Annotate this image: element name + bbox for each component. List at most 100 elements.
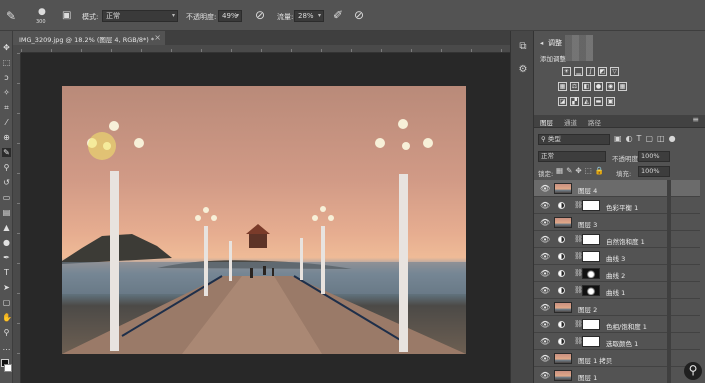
tab-channels[interactable]: 通道 (564, 117, 577, 127)
adjustment-layer-icon[interactable] (558, 253, 565, 260)
layer-name[interactable]: 选取颜色 1 (606, 338, 638, 348)
magic-wand-tool-icon[interactable]: ✧ (2, 88, 11, 97)
brush-preset-icon[interactable]: ● (38, 6, 46, 18)
document-tab[interactable]: IMG_3209.jpg @ 18.2% (图层 4, RGB/8*) * × (13, 31, 165, 45)
document-canvas-image[interactable] (62, 86, 466, 354)
brush-panel-icon[interactable]: ▣ (62, 10, 71, 22)
lock-artboard-icon[interactable]: ⬚ (585, 166, 595, 175)
history-brush-tool-icon[interactable]: ↺ (2, 178, 11, 187)
more-tools-icon[interactable]: … (2, 343, 11, 352)
lock-transparency-icon[interactable]: ▦ (556, 166, 566, 175)
vibrance-icon[interactable]: ▽ (610, 67, 619, 76)
horizontal-ruler[interactable] (21, 45, 510, 53)
move-tool-icon[interactable]: ✥ (2, 43, 11, 52)
visibility-eye-icon[interactable]: 👁 (540, 184, 550, 193)
vertical-ruler[interactable] (13, 53, 21, 383)
photo-filter-icon[interactable]: ● (594, 82, 603, 91)
layer-thumbnail[interactable] (554, 183, 572, 194)
layer-opacity-input[interactable]: 100% (638, 151, 670, 162)
shape-tool-icon[interactable]: ▢ (2, 298, 11, 307)
ruler-origin[interactable] (13, 45, 21, 53)
fill-input[interactable]: 100% (638, 166, 670, 177)
visibility-eye-icon[interactable]: 👁 (540, 371, 550, 380)
eyedropper-tool-icon[interactable]: ⁄ (2, 118, 11, 127)
close-icon[interactable]: × (154, 33, 161, 42)
dodge-tool-icon[interactable]: ● (2, 238, 11, 247)
layer-row[interactable]: 👁 ⛓ 选取颜色 1 (534, 333, 700, 350)
layer-mask-thumbnail[interactable] (582, 285, 600, 296)
layer-name[interactable]: 图层 2 (578, 304, 597, 314)
visibility-eye-icon[interactable]: 👁 (540, 320, 550, 329)
brush-tool-icon[interactable]: ✎ (2, 148, 11, 157)
zoom-magnifier-icon[interactable]: ⚲ (684, 362, 702, 380)
brightness-contrast-icon[interactable]: ☀ (562, 67, 571, 76)
adjustments-collapse-icon[interactable]: ◂ (540, 39, 543, 47)
visibility-eye-icon[interactable]: 👁 (540, 286, 550, 295)
adjustment-layer-icon[interactable] (558, 321, 565, 328)
layer-thumbnail[interactable] (554, 217, 572, 228)
path-selection-tool-icon[interactable]: ➤ (2, 283, 11, 292)
opacity-input[interactable]: 49% ▾ (218, 10, 242, 22)
layer-row[interactable]: 👁 ⛓ 曲线 1 (534, 282, 700, 299)
channel-mixer-icon[interactable]: ◉ (606, 82, 615, 91)
zoom-tool-icon[interactable]: ⚲ (2, 328, 11, 337)
lock-pixels-icon[interactable]: ✎ (566, 166, 575, 175)
layers-scrollbar[interactable] (667, 180, 671, 383)
filter-toggle-icon[interactable]: ● (669, 134, 680, 143)
exposure-icon[interactable]: ◩ (598, 67, 607, 76)
visibility-eye-icon[interactable]: 👁 (540, 201, 550, 210)
adjustment-layer-icon[interactable] (558, 270, 565, 277)
layer-name[interactable]: 自然饱和度 1 (606, 236, 645, 246)
layer-name[interactable]: 色彩平衡 1 (606, 202, 638, 212)
layer-name[interactable]: 图层 1 拷贝 (578, 355, 612, 365)
layer-row[interactable]: 👁 ⛓ 曲线 2 (534, 265, 700, 282)
filter-pixel-icon[interactable]: ▣ (614, 134, 626, 143)
crop-tool-icon[interactable]: ⌗ (2, 103, 11, 112)
type-tool-icon[interactable]: T (2, 268, 11, 277)
tab-layers[interactable]: 图层 (540, 117, 553, 127)
visibility-eye-icon[interactable]: 👁 (540, 252, 550, 261)
hand-tool-icon[interactable]: ✋ (2, 313, 12, 322)
visibility-eye-icon[interactable]: 👁 (540, 218, 550, 227)
healing-brush-tool-icon[interactable]: ⊕ (2, 133, 11, 142)
panel-menu-icon[interactable]: ≡ (692, 115, 699, 124)
layer-mask-thumbnail[interactable] (582, 268, 600, 279)
pressure-opacity-icon[interactable]: ⊘ (255, 9, 265, 21)
filter-shape-icon[interactable]: ▢ (645, 134, 657, 143)
layer-name[interactable]: 图层 4 (578, 185, 597, 195)
curves-icon[interactable]: ∫ (586, 67, 595, 76)
layer-thumbnail[interactable] (554, 370, 572, 381)
lock-all-icon[interactable]: 🔒 (595, 166, 607, 175)
threshold-icon[interactable]: ◭ (582, 97, 591, 106)
layer-mask-thumbnail[interactable] (582, 336, 600, 347)
layer-row[interactable]: 👁 ⛓ 色彩平衡 1 (534, 197, 700, 214)
layer-name[interactable]: 图层 1 (578, 372, 597, 382)
invert-icon[interactable]: ◪ (558, 97, 567, 106)
lock-position-icon[interactable]: ✥ (575, 166, 584, 175)
brush-tool-icon[interactable]: ✎ (6, 10, 16, 22)
layer-mask-thumbnail[interactable] (582, 200, 600, 211)
marquee-tool-icon[interactable]: ⬚ (2, 58, 11, 67)
adjustment-layer-icon[interactable] (558, 236, 565, 243)
layer-row[interactable]: 👁 ⛓ 曲线 3 (534, 248, 700, 265)
adjustment-layer-icon[interactable] (558, 338, 565, 345)
airbrush-icon[interactable]: ✐ (333, 9, 343, 21)
eraser-tool-icon[interactable]: ▭ (2, 193, 11, 202)
adjustment-layer-icon[interactable] (558, 287, 565, 294)
layer-mask-thumbnail[interactable] (582, 234, 600, 245)
visibility-eye-icon[interactable]: 👁 (540, 354, 550, 363)
pressure-size-icon[interactable]: ⊘ (354, 9, 364, 21)
layer-name[interactable]: 色相/饱和度 1 (606, 321, 647, 331)
selective-color-icon[interactable]: ▣ (606, 97, 615, 106)
mode-select[interactable]: 正常 ▾ (102, 10, 178, 22)
layer-row[interactable]: 👁 图层 1 (534, 367, 700, 383)
layer-row[interactable]: 👁 图层 3 (534, 214, 700, 231)
layer-row[interactable]: 👁 图层 4 (534, 180, 700, 197)
background-color-swatch[interactable] (4, 364, 12, 372)
layer-row[interactable]: 👁 图层 1 拷贝 (534, 350, 700, 367)
layer-name[interactable]: 曲线 1 (606, 287, 625, 297)
flow-input[interactable]: 28% ▾ (294, 10, 324, 22)
layer-filter-select[interactable]: ⚲ 类型 (538, 134, 610, 145)
adjustment-layer-icon[interactable] (558, 202, 565, 209)
properties-panel-icon[interactable]: ⚙ (517, 64, 529, 76)
